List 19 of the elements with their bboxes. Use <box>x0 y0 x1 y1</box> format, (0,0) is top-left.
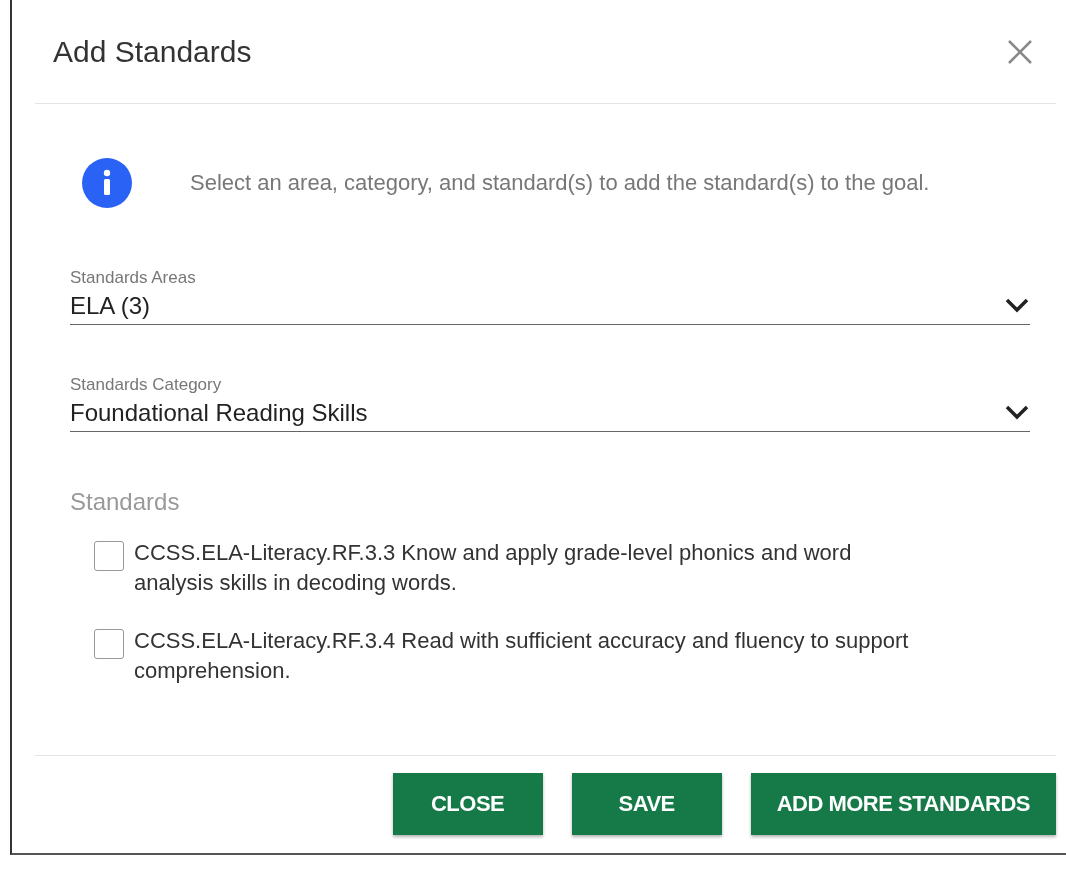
field-label: Standards Category <box>70 375 223 395</box>
dialog-title: Add Standards <box>53 34 252 69</box>
select-field[interactable]: Standards Areas ELA (3) <box>70 268 1030 325</box>
select-field[interactable]: Standards Category Foundational Reading Skills <box>70 375 1030 432</box>
field-value: ELA (3) <box>70 292 152 320</box>
standard-text: CCSS.ELA-Literacy.RF.3.3 Know and apply grade-level phonics and word analysis skills in decoding words. <box>134 539 853 597</box>
info-text: Select an area, category, and standard(s) to add the standard(s) to the goal. <box>190 170 930 196</box>
standard-text: CCSS.ELA-Literacy.RF.3.4 Read with sufficient accuracy and fluency to support comprehension. <box>134 627 910 685</box>
section-heading: Standards <box>70 488 181 516</box>
close-button[interactable]: CLOSE <box>392 773 543 835</box>
field-value: Foundational Reading Skills <box>70 399 368 427</box>
info-icon <box>82 158 132 208</box>
checkbox[interactable] <box>94 629 124 659</box>
chevron-down-icon <box>1004 296 1030 314</box>
add-more-button[interactable]: ADD MORE STANDARDS <box>750 773 1056 835</box>
save-button[interactable]: SAVE <box>571 773 722 835</box>
field-label: Standards Areas <box>70 268 196 288</box>
checkbox[interactable] <box>94 541 124 571</box>
chevron-down-icon <box>1004 403 1030 421</box>
